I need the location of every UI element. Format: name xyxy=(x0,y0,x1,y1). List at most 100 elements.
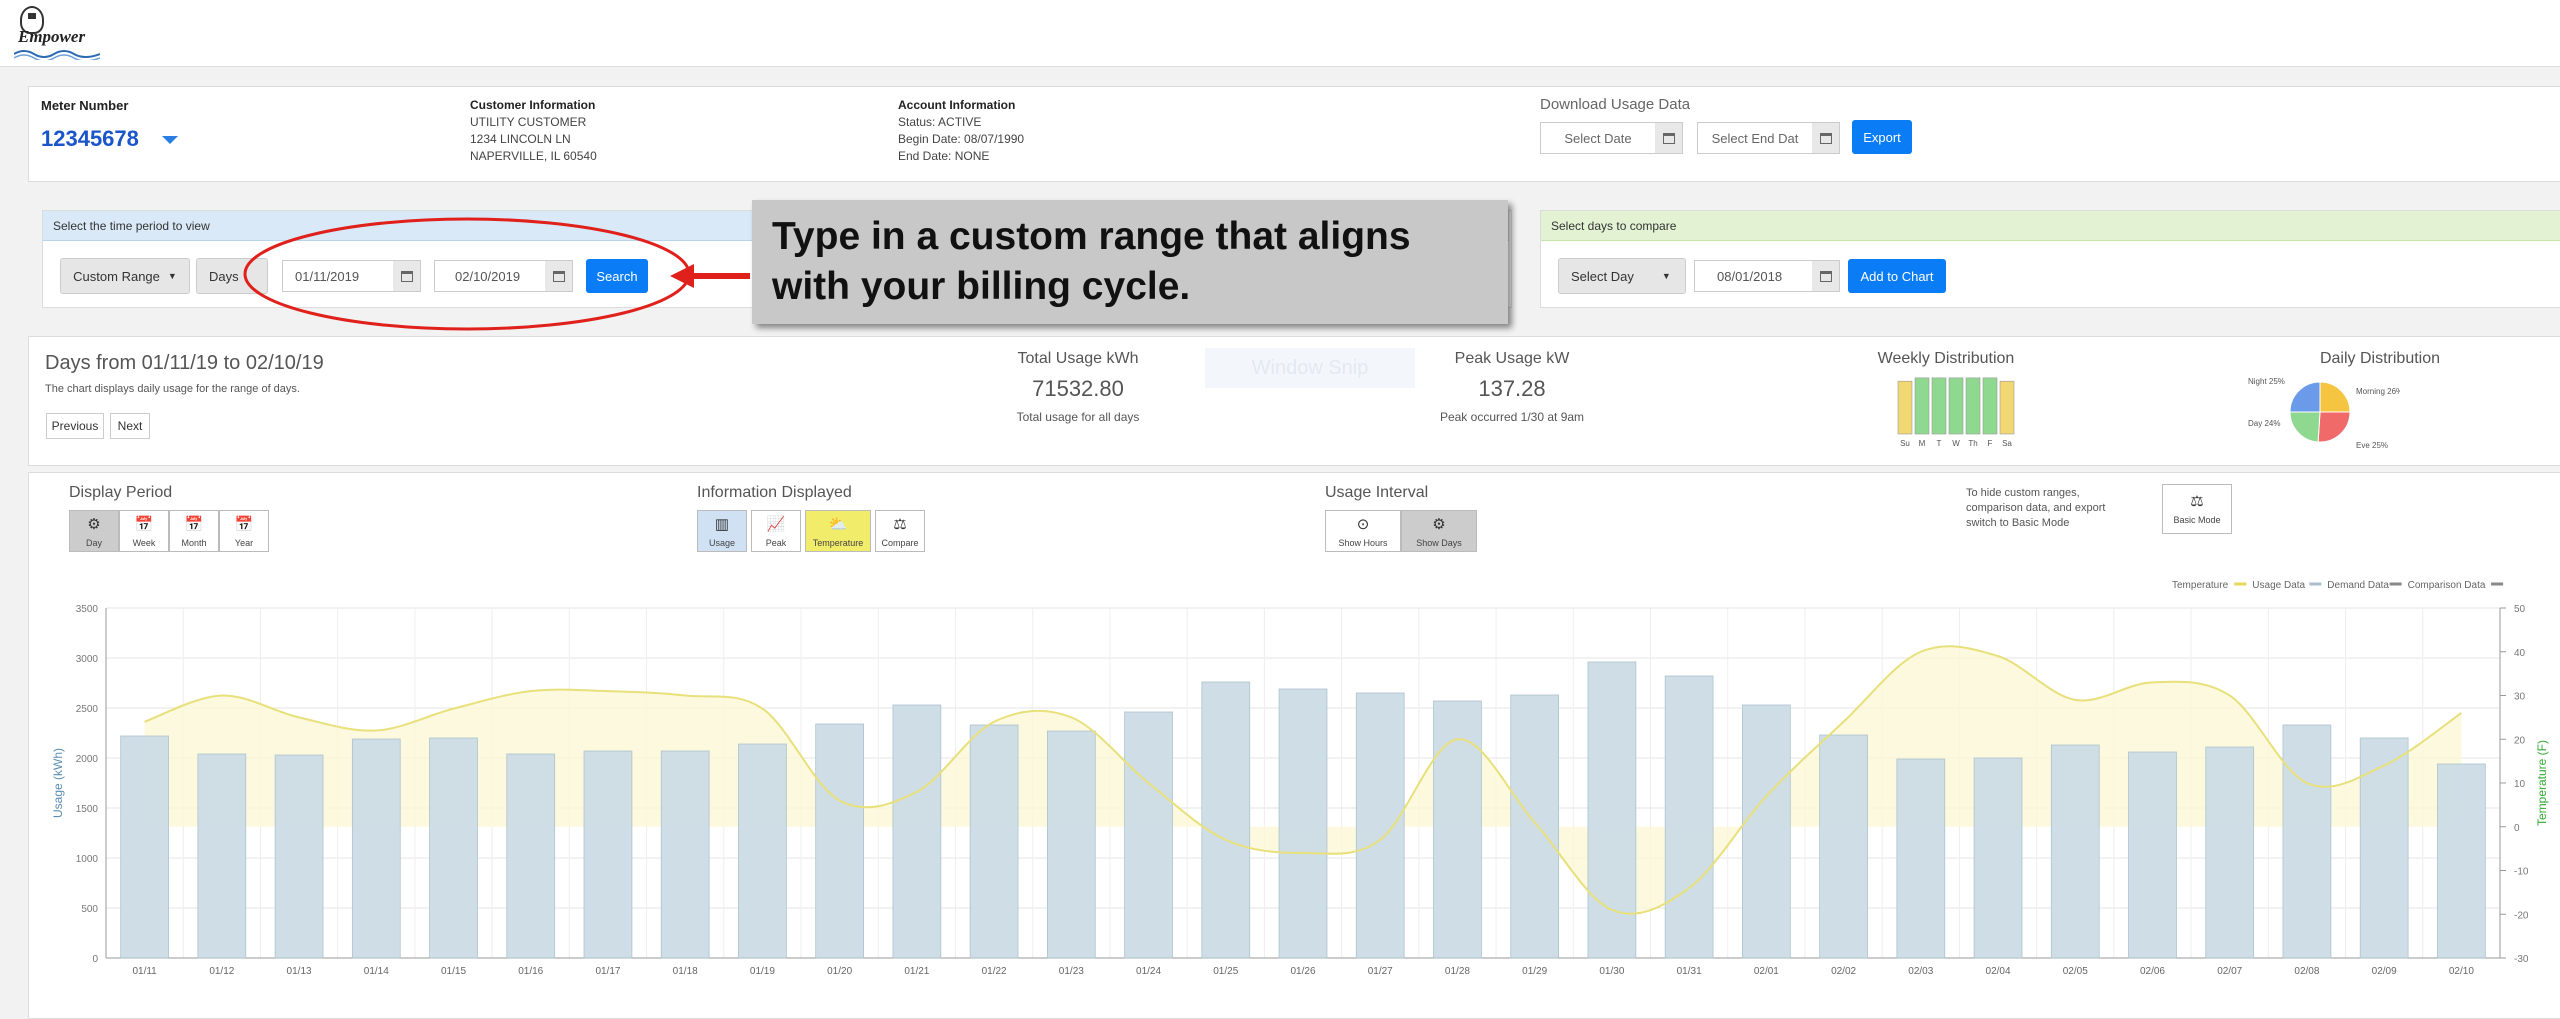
calendar-week-icon: 📅 xyxy=(134,516,154,533)
information-displayed-title: Information Displayed xyxy=(697,484,852,501)
weather-icon: ⛅ xyxy=(828,516,848,533)
x-tick-label: 01/12 xyxy=(209,966,234,977)
weekly-bar xyxy=(1948,377,1964,435)
previous-button[interactable]: Previous xyxy=(46,413,104,439)
usage-bar xyxy=(120,735,169,959)
total-usage-value: 71532.80 xyxy=(1032,376,1124,401)
x-tick-label: 02/05 xyxy=(2063,966,2088,977)
y-tick-label: 3500 xyxy=(76,604,99,615)
summary-description: The chart displays daily usage for the r… xyxy=(45,383,300,395)
usage-bar xyxy=(429,737,478,959)
x-tick-label: 01/21 xyxy=(904,966,929,977)
weekly-bar xyxy=(1965,377,1981,435)
y-tick-label: 2500 xyxy=(76,704,99,715)
pie-slice xyxy=(2319,381,2351,413)
peak-usage-value: 137.28 xyxy=(1478,376,1546,401)
usage-bar xyxy=(2282,724,2332,959)
pie-label: Day 24% xyxy=(2248,419,2280,428)
daily-distribution-title: Daily Distribution xyxy=(2319,350,2441,367)
x-tick-label: 01/16 xyxy=(518,966,543,977)
y2-tick-label: -30 xyxy=(2514,954,2529,965)
window-snip-watermark: Window Snip xyxy=(1205,348,1415,388)
y2-tick-label: 40 xyxy=(2514,648,2526,659)
usage-interval-group: ⊙ Show Hours ⚙ Show Days xyxy=(1325,510,1477,552)
weekly-bar xyxy=(1931,377,1947,435)
x-tick-label: 01/22 xyxy=(982,966,1007,977)
pie-label: Eve 25% xyxy=(2356,441,2388,450)
weekly-day-label: W xyxy=(1952,439,1960,448)
usage-bar xyxy=(583,750,633,959)
x-tick-label: 01/18 xyxy=(673,966,698,977)
legend-label: Demand Data xyxy=(2327,580,2389,591)
x-tick-label: 02/09 xyxy=(2372,966,2397,977)
show-days-button[interactable]: ⚙ Show Days xyxy=(1401,510,1477,552)
x-tick-label: 01/26 xyxy=(1290,966,1315,977)
display-week-button[interactable]: 📅 Week xyxy=(119,510,169,552)
usage-bar xyxy=(892,704,942,959)
display-day-button[interactable]: ⚙ Day xyxy=(69,510,119,552)
usage-bar xyxy=(1355,692,1405,959)
weekly-bar xyxy=(1897,380,1913,435)
daily-distribution-chart: Night 25% Morning 26% Day 24% Eve 25% xyxy=(2248,377,2400,450)
x-tick-label: 01/20 xyxy=(827,966,852,977)
y-tick-label: 500 xyxy=(81,904,98,915)
usage-bar xyxy=(1973,757,2023,959)
usage-bar xyxy=(2205,746,2255,959)
usage-bar xyxy=(738,743,787,959)
x-tick-label: 01/17 xyxy=(595,966,620,977)
x-tick-label: 01/25 xyxy=(1213,966,1238,977)
info-usage-button[interactable]: ▥ Usage xyxy=(697,510,747,552)
info-peak-button[interactable]: 📈 Peak xyxy=(751,510,801,552)
display-month-button[interactable]: 📅 Month xyxy=(169,510,219,552)
x-tick-label: 02/03 xyxy=(1908,966,1933,977)
x-tick-label: 02/10 xyxy=(2449,966,2474,977)
display-period-group: ⚙ Day 📅 Week 📅 Month 📅 Year xyxy=(69,510,269,552)
weekly-day-label: Su xyxy=(1900,439,1910,448)
calendar-year-icon: 📅 xyxy=(234,516,254,533)
usage-bar xyxy=(1046,730,1096,959)
callout-line-2: with your billing cycle. xyxy=(772,265,1191,308)
pie-slice xyxy=(2289,411,2321,443)
x-tick-label: 01/14 xyxy=(364,966,389,977)
y-axis-title: Usage (kWh) xyxy=(51,748,65,818)
usage-bar xyxy=(1742,704,1791,959)
y2-tick-label: -20 xyxy=(2514,910,2529,921)
usage-bar xyxy=(506,753,556,959)
y-tick-label: 1000 xyxy=(76,854,99,865)
show-hours-label: Show Hours xyxy=(1338,538,1388,548)
x-tick-label: 01/13 xyxy=(287,966,312,977)
info-compare-button[interactable]: ⚖ Compare xyxy=(875,510,925,552)
next-button[interactable]: Next xyxy=(110,413,150,439)
display-month-label: Month xyxy=(181,538,207,548)
show-hours-button[interactable]: ⊙ Show Hours xyxy=(1325,510,1401,552)
x-tick-label: 01/24 xyxy=(1136,966,1161,977)
basic-mode-hint-line: To hide custom ranges, xyxy=(1966,487,2080,499)
usage-bar xyxy=(1664,675,1714,959)
usage-bar xyxy=(2359,737,2409,959)
weekly-bar xyxy=(1999,380,2015,435)
total-usage-title: Total Usage kWh xyxy=(1017,350,1139,367)
y2-tick-label: 10 xyxy=(2514,779,2526,790)
usage-bar xyxy=(1510,694,1560,959)
x-tick-label: 01/23 xyxy=(1059,966,1084,977)
basic-mode-button[interactable]: ⚖ Basic Mode xyxy=(2162,484,2232,534)
weekly-distribution-chart: Su M T W Th F Sa xyxy=(1897,377,2015,448)
y2-tick-label: -10 xyxy=(2514,867,2529,878)
usage-bar xyxy=(660,750,710,959)
summary-title: Days from 01/11/19 to 02/10/19 xyxy=(45,352,324,374)
usage-bar xyxy=(197,753,247,959)
info-temperature-label: Temperature xyxy=(812,538,864,548)
calendar-month-icon: 📅 xyxy=(184,516,204,533)
info-temperature-button[interactable]: ⛅ Temperature xyxy=(805,510,871,552)
weekly-day-label: M xyxy=(1919,439,1926,448)
y-tick-label: 1500 xyxy=(76,804,99,815)
scale-icon: ⚖ xyxy=(893,516,907,533)
basic-mode-hint-line: switch to Basic Mode xyxy=(1966,517,2070,529)
peak-usage-subtext: Peak occurred 1/30 at 9am xyxy=(1439,410,1585,424)
display-day-label: Day xyxy=(85,538,102,548)
display-year-button[interactable]: 📅 Year xyxy=(219,510,269,552)
x-tick-label: 02/06 xyxy=(2140,966,2165,977)
usage-bar xyxy=(274,754,324,959)
weekly-day-label: Th xyxy=(1968,439,1977,448)
weekly-bar xyxy=(1982,377,1998,435)
